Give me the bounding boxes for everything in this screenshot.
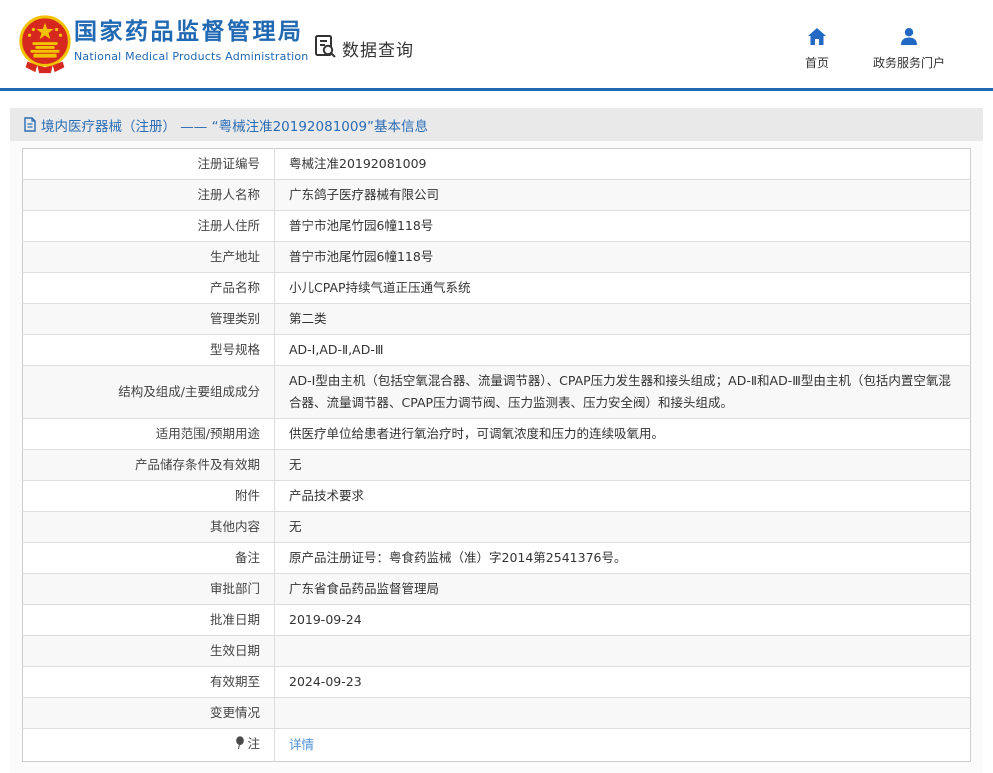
row-value <box>275 698 971 729</box>
row-value: 第二类 <box>275 304 971 335</box>
page-title: 境内医疗器械（注册） —— “粤械注准20192081009”基本信息 <box>41 115 428 135</box>
row-value: 原产品注册证号：粤食药监械（准）字2014第2541376号。 <box>275 543 971 574</box>
detail-link[interactable]: 详情 <box>289 737 314 752</box>
row-value: 普宁市池尾竹园6幢118号 <box>275 242 971 273</box>
table-row: 注详情 <box>23 729 971 762</box>
row-value: 2019-09-24 <box>275 605 971 636</box>
row-value: 无 <box>275 450 971 481</box>
row-label: 有效期至 <box>23 667 275 698</box>
row-label: 型号规格 <box>23 335 275 366</box>
row-label: 注册证编号 <box>23 149 275 180</box>
document-icon <box>23 117 37 132</box>
row-label: 管理类别 <box>23 304 275 335</box>
row-label: 生效日期 <box>23 636 275 667</box>
table-row: 管理类别第二类 <box>23 304 971 335</box>
table-row: 审批部门广东省食品药品监督管理局 <box>23 574 971 605</box>
table-row: 产品名称小儿CPAP持续气道正压通气系统 <box>23 273 971 304</box>
link-home[interactable]: 首页 <box>805 28 829 71</box>
link-portal[interactable]: 政务服务门户 <box>873 28 945 71</box>
row-label: 其他内容 <box>23 512 275 543</box>
brand-subtitle: National Medical Products Administration <box>74 50 308 63</box>
row-value: AD-Ⅰ,AD-Ⅱ,AD-Ⅲ <box>275 335 971 366</box>
row-label: 备注 <box>23 543 275 574</box>
table-row: 附件产品技术要求 <box>23 481 971 512</box>
row-value: 广东省食品药品监督管理局 <box>275 574 971 605</box>
row-value: AD-Ⅰ型由主机（包括空氧混合器、流量调节器）、CPAP压力发生器和接头组成；A… <box>275 366 971 419</box>
national-emblem-logo <box>14 13 76 75</box>
row-value: 普宁市池尾竹园6幢118号 <box>275 211 971 242</box>
info-table-body: 注册证编号粤械注准20192081009注册人名称广东鸽子医疗器械有限公司注册人… <box>23 149 971 762</box>
document-search-icon <box>312 33 338 63</box>
table-row: 生效日期 <box>23 636 971 667</box>
row-label: 附件 <box>23 481 275 512</box>
header-divider <box>0 88 993 91</box>
content-container: 境内医疗器械（注册） —— “粤械注准20192081009”基本信息 注册证编… <box>10 108 983 773</box>
nav-data-query[interactable]: 数据查询 <box>312 33 414 63</box>
row-value: 粤械注准20192081009 <box>275 149 971 180</box>
row-value <box>275 636 971 667</box>
link-portal-label: 政务服务门户 <box>873 54 945 71</box>
row-label: 注 <box>23 729 275 762</box>
header-links: 首页 政务服务门户 <box>805 28 945 71</box>
row-label: 批准日期 <box>23 605 275 636</box>
link-home-label: 首页 <box>805 54 829 71</box>
row-value: 产品技术要求 <box>275 481 971 512</box>
row-value: 详情 <box>275 729 971 762</box>
brand-title: 国家药品监督管理局 <box>74 17 308 47</box>
info-table: 注册证编号粤械注准20192081009注册人名称广东鸽子医疗器械有限公司注册人… <box>22 148 971 762</box>
table-row: 有效期至2024-09-23 <box>23 667 971 698</box>
table-row: 结构及组成/主要组成成分AD-Ⅰ型由主机（包括空氧混合器、流量调节器）、CPAP… <box>23 366 971 419</box>
row-label: 产品储存条件及有效期 <box>23 450 275 481</box>
page-header: 国家药品监督管理局 National Medical Products Admi… <box>0 0 993 88</box>
row-label: 产品名称 <box>23 273 275 304</box>
row-value: 无 <box>275 512 971 543</box>
table-row: 注册人住所普宁市池尾竹园6幢118号 <box>23 211 971 242</box>
row-value: 2024-09-23 <box>275 667 971 698</box>
row-label: 适用范围/预期用途 <box>23 419 275 450</box>
row-label: 结构及组成/主要组成成分 <box>23 366 275 419</box>
table-row: 其他内容无 <box>23 512 971 543</box>
row-value: 广东鸽子医疗器械有限公司 <box>275 180 971 211</box>
table-row: 产品储存条件及有效期无 <box>23 450 971 481</box>
row-label: 注册人名称 <box>23 180 275 211</box>
table-row: 型号规格AD-Ⅰ,AD-Ⅱ,AD-Ⅲ <box>23 335 971 366</box>
table-row: 变更情况 <box>23 698 971 729</box>
nav-data-query-label: 数据查询 <box>342 36 414 61</box>
home-icon <box>808 28 826 49</box>
table-row: 适用范围/预期用途供医疗单位给患者进行氧治疗时，可调氧浓度和压力的连续吸氧用。 <box>23 419 971 450</box>
note-pin-icon <box>235 735 245 757</box>
row-label: 审批部门 <box>23 574 275 605</box>
info-table-wrap: 注册证编号粤械注准20192081009注册人名称广东鸽子医疗器械有限公司注册人… <box>22 148 971 762</box>
brand-block: 国家药品监督管理局 National Medical Products Admi… <box>74 17 308 63</box>
row-label: 变更情况 <box>23 698 275 729</box>
row-label: 注册人住所 <box>23 211 275 242</box>
table-row: 备注原产品注册证号：粤食药监械（准）字2014第2541376号。 <box>23 543 971 574</box>
table-row: 注册人名称广东鸽子医疗器械有限公司 <box>23 180 971 211</box>
table-row: 生产地址普宁市池尾竹园6幢118号 <box>23 242 971 273</box>
table-row: 批准日期2019-09-24 <box>23 605 971 636</box>
section-title-bar: 境内医疗器械（注册） —— “粤械注准20192081009”基本信息 <box>10 108 983 141</box>
row-value: 供医疗单位给患者进行氧治疗时，可调氧浓度和压力的连续吸氧用。 <box>275 419 971 450</box>
table-row: 注册证编号粤械注准20192081009 <box>23 149 971 180</box>
user-icon <box>900 28 918 49</box>
row-label: 生产地址 <box>23 242 275 273</box>
row-value: 小儿CPAP持续气道正压通气系统 <box>275 273 971 304</box>
